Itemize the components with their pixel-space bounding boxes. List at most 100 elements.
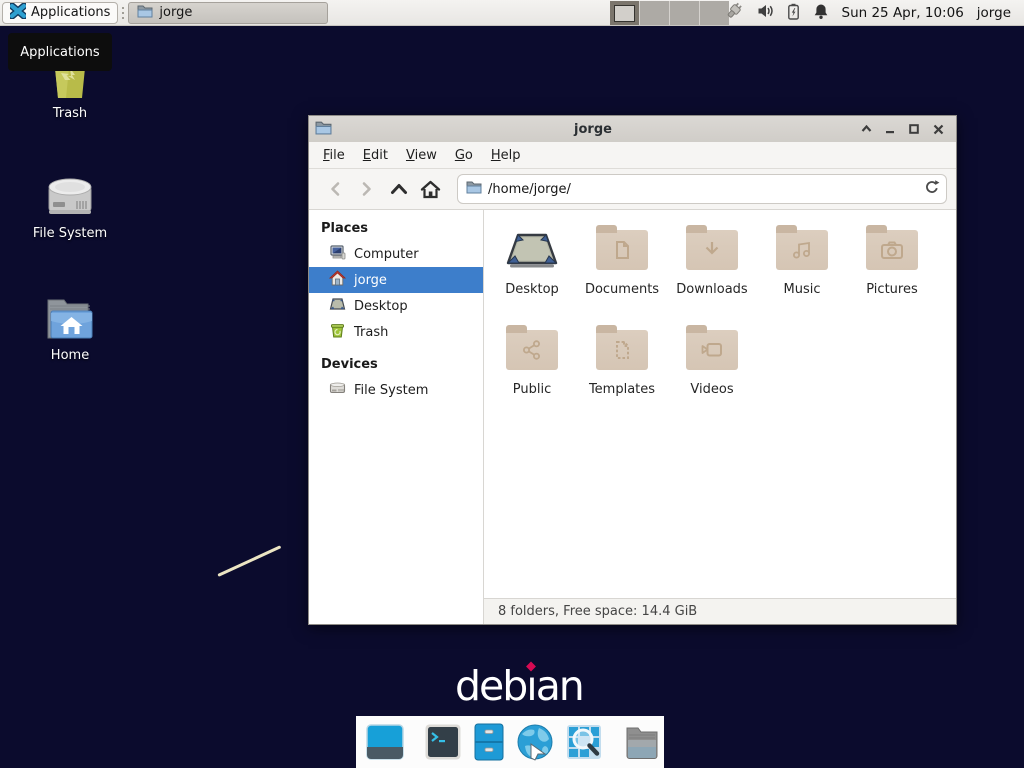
folder-icon (622, 723, 662, 761)
computer-icon (329, 244, 346, 264)
web-browser-icon (515, 722, 555, 762)
panel-clock[interactable]: Sun 25 Apr, 10:06 (842, 5, 964, 21)
desktop-icon-label: Home (51, 348, 89, 363)
panel-username[interactable]: jorge (977, 5, 1011, 21)
file-manager-button[interactable] (472, 722, 506, 762)
up-icon (390, 183, 408, 195)
folder-label: Public (513, 382, 551, 397)
menu-help[interactable]: Help (482, 144, 530, 167)
folder-label: Documents (585, 282, 659, 297)
debian-logo: debıan (455, 662, 583, 710)
menu-file[interactable]: File (314, 144, 354, 167)
sidebar-item-jorge[interactable]: jorge (309, 267, 483, 293)
volume-icon[interactable] (757, 3, 774, 23)
applications-menu-label: Applications (31, 5, 110, 20)
sidebar-item-desktop[interactable]: Desktop (309, 293, 483, 319)
templates-folder-icon (596, 330, 648, 370)
folder-label: Desktop (505, 282, 559, 297)
sidebar-item-file-system[interactable]: File System (309, 377, 483, 403)
folder-item-videos[interactable]: Videos (667, 323, 757, 419)
menu-view[interactable]: View (397, 144, 446, 167)
desktop-folder-icon (504, 223, 560, 277)
folder-label: Templates (589, 382, 655, 397)
window-title: jorge (332, 122, 854, 137)
sidebar-item-label: Desktop (354, 299, 408, 314)
dock (356, 716, 664, 768)
file-manager-window: jorge File Edit View Go Help (308, 115, 957, 625)
public-folder-icon (506, 330, 558, 370)
close-icon (933, 124, 944, 135)
folder-item-templates[interactable]: Templates (577, 323, 667, 419)
folder-label: Downloads (676, 282, 747, 297)
terminal-button[interactable] (423, 722, 463, 762)
web-browser-button[interactable] (515, 722, 555, 762)
folder-item-downloads[interactable]: Downloads (667, 223, 757, 319)
maximize-button[interactable] (902, 118, 926, 140)
location-path[interactable]: /home/jorge/ (488, 182, 918, 197)
tooltip-text: Applications (20, 45, 99, 60)
workspace-switcher[interactable] (610, 1, 729, 25)
folder-label: Pictures (866, 282, 917, 297)
sidebar-item-label: Trash (354, 325, 388, 340)
workspace-2[interactable] (640, 1, 669, 25)
sidebar-item-label: Computer (354, 247, 419, 262)
hard-drive-icon (44, 168, 96, 220)
minimize-button[interactable] (878, 118, 902, 140)
reload-button[interactable] (924, 179, 940, 199)
folder-item-documents[interactable]: Documents (577, 223, 667, 319)
menu-edit[interactable]: Edit (354, 144, 397, 167)
folder-shortcut-button[interactable] (622, 722, 662, 762)
application-finder-button[interactable] (564, 722, 604, 762)
sidebar-item-trash[interactable]: Trash (309, 319, 483, 345)
titlebar[interactable]: jorge (309, 116, 956, 142)
menubar: File Edit View Go Help (309, 142, 956, 169)
show-desktop-button[interactable] (365, 722, 405, 762)
trash-icon (329, 322, 346, 342)
battery-charging-icon[interactable] (787, 3, 800, 24)
applications-menu-button[interactable]: Applications (2, 2, 118, 24)
back-icon (329, 181, 341, 197)
home-folder-icon (44, 290, 96, 342)
shade-button[interactable] (854, 118, 878, 140)
taskbar-window-label: jorge (159, 5, 192, 20)
up-button[interactable] (385, 175, 412, 203)
sidebar-item-label: jorge (354, 273, 387, 288)
notifications-bell-icon[interactable] (813, 3, 829, 24)
workspace-1[interactable] (610, 1, 639, 25)
desktop-icon-file-system[interactable]: File System (22, 168, 118, 241)
window-folder-icon (315, 120, 332, 139)
application-finder-icon (564, 722, 604, 762)
location-bar[interactable]: /home/jorge/ (457, 174, 947, 204)
sidebar-item-computer[interactable]: Computer (309, 241, 483, 267)
cursor-trail-line (217, 545, 281, 577)
menu-go[interactable]: Go (446, 144, 482, 167)
shade-icon (861, 125, 872, 133)
folder-label: Music (784, 282, 821, 297)
desktop-icon (329, 296, 346, 316)
home-button[interactable] (417, 175, 444, 203)
drive-icon (329, 380, 346, 400)
top-panel: Applications jorge (0, 0, 1024, 26)
folder-item-public[interactable]: Public (487, 323, 577, 419)
toolbar: /home/jorge/ (309, 169, 956, 210)
home-icon (329, 270, 346, 290)
folder-item-pictures[interactable]: Pictures (847, 223, 937, 319)
folder-icon (137, 4, 153, 22)
desktop-icon-label: File System (33, 226, 107, 241)
folder-item-desktop[interactable]: Desktop (487, 223, 577, 319)
drag-handle-icon[interactable] (120, 4, 126, 22)
taskbar-window-button[interactable]: jorge (128, 2, 328, 24)
forward-button[interactable] (353, 175, 380, 203)
folder-icon-view[interactable]: Desktop Documents Downloads (484, 210, 956, 598)
workspace-3[interactable] (670, 1, 699, 25)
minimize-icon (885, 124, 895, 134)
reload-icon (924, 179, 940, 195)
desktop-icon-home[interactable]: Home (22, 290, 118, 363)
folder-item-music[interactable]: Music (757, 223, 847, 319)
home-icon (420, 180, 441, 199)
plug-icon[interactable] (725, 2, 744, 25)
close-button[interactable] (926, 118, 950, 140)
xfce-logo-icon (10, 3, 26, 23)
back-button[interactable] (321, 175, 348, 203)
sidebar-item-label: File System (354, 383, 428, 398)
